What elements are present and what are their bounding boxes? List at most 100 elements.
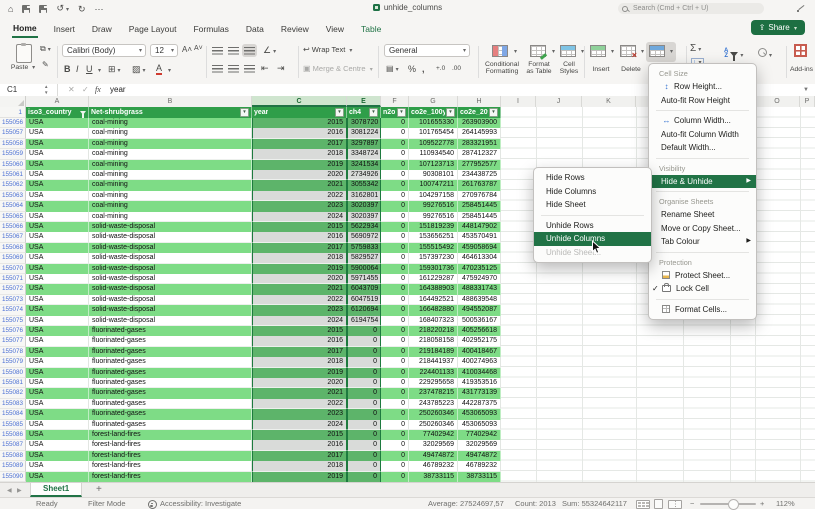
row-header-155058[interactable]: 155058 (0, 138, 26, 150)
cell[interactable]: 218441937 (409, 357, 458, 368)
increase-indent-icon[interactable]: ⇥ (277, 63, 285, 74)
cell[interactable]: solid-waste-disposal (89, 222, 252, 233)
cell[interactable]: USA (26, 201, 89, 212)
tab-table[interactable]: Table (360, 20, 382, 37)
cell[interactable]: 6194754 (347, 315, 381, 326)
filter-dropdown-icon[interactable]: ▼ (335, 108, 344, 117)
filter-applied-icon[interactable] (80, 110, 86, 118)
row-header-1[interactable]: 1 (0, 107, 26, 118)
cell[interactable]: 109522778 (409, 138, 458, 150)
cell[interactable]: 2019 (252, 367, 347, 378)
cell[interactable]: 49474872 (458, 450, 501, 462)
cell[interactable]: 2023 (252, 201, 347, 212)
cell[interactable]: USA (26, 284, 89, 295)
table-header-cell-co2e_20yr[interactable]: co2e_20yr▼ (458, 107, 501, 118)
row-header-155064[interactable]: 155064 (0, 201, 26, 212)
tab-formulas[interactable]: Formulas (192, 20, 229, 37)
cell[interactable]: fluorinated-gases (89, 409, 252, 420)
cell[interactable]: 168407323 (409, 315, 458, 326)
cell[interactable]: USA (26, 242, 89, 254)
cell[interactable]: 261763787 (458, 180, 501, 191)
menu-item-lock-cell[interactable]: ✓ Lock Cell (649, 282, 756, 296)
cell[interactable]: 0 (381, 419, 409, 430)
cell[interactable]: solid-waste-disposal (89, 315, 252, 326)
delete-button[interactable]: Delete (616, 66, 646, 73)
sheet-nav-left-icon[interactable]: ◀ (7, 487, 12, 494)
cell[interactable]: 0 (381, 346, 409, 358)
cell[interactable]: 3020397 (347, 201, 381, 212)
cell[interactable]: 488331743 (458, 284, 501, 295)
cell[interactable]: 0 (381, 430, 409, 441)
cell[interactable]: 2016 (252, 128, 347, 139)
cell[interactable]: USA (26, 305, 89, 316)
cell[interactable]: solid-waste-disposal (89, 263, 252, 274)
cell[interactable]: 459058694 (458, 242, 501, 254)
cell[interactable]: USA (26, 471, 89, 482)
cell[interactable]: 0 (347, 440, 381, 451)
cell[interactable]: 237478215 (409, 388, 458, 399)
cell[interactable]: 470235125 (458, 263, 501, 274)
cell[interactable]: USA (26, 461, 89, 472)
cell[interactable]: fluorinated-gases (89, 419, 252, 430)
cell[interactable]: 258451445 (458, 211, 501, 222)
cell[interactable]: 0 (381, 201, 409, 212)
cell[interactable]: 2015 (252, 222, 347, 233)
filter-dropdown-icon[interactable]: ▼ (240, 108, 249, 117)
cell[interactable]: coal-mining (89, 190, 252, 202)
cancel-icon[interactable]: ✕ (68, 84, 75, 96)
cell[interactable]: 164388903 (409, 284, 458, 295)
menu-item-format-cells[interactable]: Format Cells... (649, 303, 756, 317)
italic-button[interactable]: I (76, 64, 79, 74)
cell[interactable]: 2019 (252, 471, 347, 482)
cell[interactable]: 151819239 (409, 222, 458, 233)
align-left-icon[interactable] (210, 62, 225, 75)
percent-style-button[interactable]: % (408, 64, 416, 74)
cell[interactable]: 0 (381, 159, 409, 170)
zoom-slider-knob[interactable] (728, 499, 739, 510)
cell[interactable]: 159301736 (409, 263, 458, 274)
cell[interactable]: fluorinated-gases (89, 336, 252, 347)
cell[interactable]: 3348724 (347, 149, 381, 160)
cell[interactable]: 161229287 (409, 274, 458, 285)
cell[interactable]: 0 (381, 190, 409, 202)
cell[interactable]: 0 (381, 211, 409, 222)
underline-button[interactable]: U (86, 64, 93, 74)
tab-view[interactable]: View (325, 20, 345, 37)
cell[interactable]: USA (26, 118, 89, 129)
cell[interactable]: 218058158 (409, 336, 458, 347)
table-header-cell-co2e_100yr[interactable]: co2e_100yr▼ (409, 107, 458, 118)
row-header-155066[interactable]: 155066 (0, 222, 26, 233)
cell[interactable]: 2021 (252, 180, 347, 191)
zoom-level[interactable]: 112% (776, 498, 795, 509)
tab-page-layout[interactable]: Page Layout (128, 20, 178, 37)
cell[interactable]: 431773139 (458, 388, 501, 399)
cell[interactable]: coal-mining (89, 180, 252, 191)
cell[interactable]: 166482880 (409, 305, 458, 316)
row-header-155070[interactable]: 155070 (0, 263, 26, 274)
bold-button[interactable]: B (64, 64, 71, 74)
row-header-155082[interactable]: 155082 (0, 388, 26, 399)
column-header-E[interactable]: E (347, 96, 381, 107)
cell[interactable]: 402952175 (458, 336, 501, 347)
cell[interactable]: 3055342 (347, 180, 381, 191)
cell[interactable]: 2017 (252, 138, 347, 150)
cell[interactable]: 2019 (252, 159, 347, 170)
cell[interactable]: 0 (347, 346, 381, 358)
cell[interactable]: 46789232 (458, 461, 501, 472)
find-select-button[interactable]: ▾ (758, 44, 772, 62)
tab-draw[interactable]: Draw (91, 20, 113, 37)
cell[interactable]: 0 (381, 357, 409, 368)
cell[interactable]: 3297897 (347, 138, 381, 150)
cell[interactable]: 0 (381, 378, 409, 389)
cell[interactable]: 229295658 (409, 378, 458, 389)
cell[interactable]: 0 (347, 461, 381, 472)
cell[interactable]: 0 (381, 461, 409, 472)
cell[interactable]: 0 (381, 118, 409, 129)
enter-icon[interactable]: ✓ (82, 84, 89, 96)
cell[interactable]: 38733115 (409, 471, 458, 482)
cell[interactable]: 0 (347, 430, 381, 441)
cell-styles-button[interactable]: Cell Styles (556, 61, 582, 76)
cell[interactable]: 3162801 (347, 190, 381, 202)
column-header-A[interactable]: A (26, 96, 89, 107)
cell[interactable]: forest-land-fires (89, 450, 252, 462)
